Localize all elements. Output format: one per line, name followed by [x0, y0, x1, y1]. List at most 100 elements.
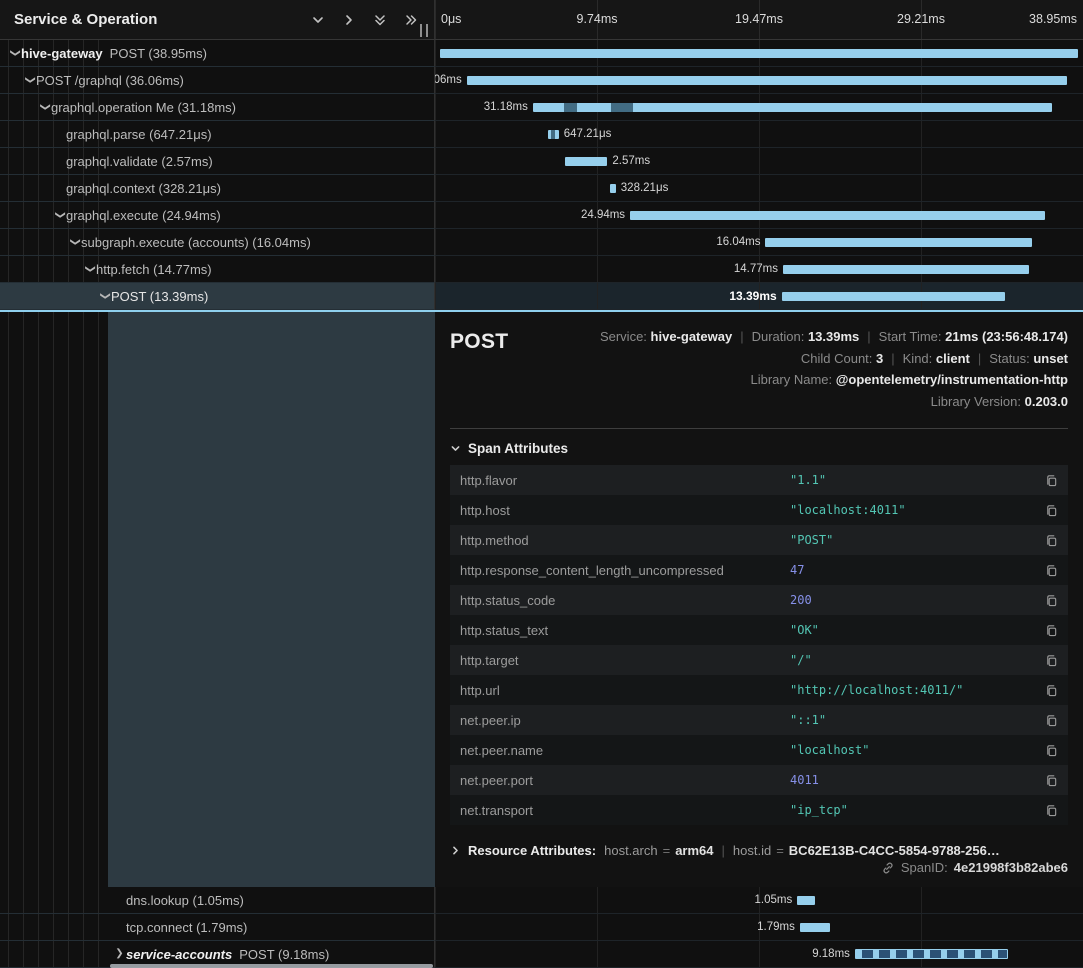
library-name-line: Library Name: @opentelemetry/instrumenta… [600, 369, 1068, 391]
span-bar-cell[interactable]: 36.06ms [435, 67, 1083, 94]
divider [450, 428, 1068, 429]
expand-chevron-icon[interactable]: ❯ [55, 209, 65, 222]
resource-attribute-value: arm64 [675, 843, 713, 858]
span-duration-bar[interactable] [765, 238, 1032, 247]
span-name-cell[interactable]: ❯hive-gatewayPOST (38.95ms) [0, 40, 435, 67]
library-version-line: Library Version: 0.203.0 [600, 391, 1068, 413]
span-name-cell[interactable]: ❯http.fetch (14.77ms) [0, 256, 435, 283]
expand-chevron-icon[interactable]: ❯ [113, 949, 126, 959]
horizontal-scrollbar-thumb[interactable] [110, 964, 433, 968]
chevron-right-icon[interactable] [342, 13, 356, 27]
copy-value-button[interactable] [1045, 654, 1058, 667]
span-row[interactable]: graphql.parse (647.21μs)647.21μs [0, 121, 1083, 148]
attribute-row: http.target"/" [450, 645, 1068, 675]
span-name-cell[interactable]: graphql.validate (2.57ms) [0, 148, 435, 175]
copy-value-button[interactable] [1045, 774, 1058, 787]
attribute-row: http.status_text"OK" [450, 615, 1068, 645]
operation-name: POST (9.18ms) [239, 947, 329, 962]
span-bar-cell[interactable]: 14.77ms [435, 256, 1083, 283]
copy-value-button[interactable] [1045, 804, 1058, 817]
copy-value-button[interactable] [1045, 504, 1058, 517]
span-duration-bar[interactable] [533, 103, 1052, 112]
expand-chevron-icon[interactable]: ❯ [25, 74, 35, 87]
expand-chevron-icon[interactable]: ❯ [70, 236, 80, 249]
expand-chevron-icon[interactable]: ❯ [40, 101, 50, 114]
span-bar-cell[interactable] [435, 40, 1083, 67]
service-name: service-accounts [126, 947, 232, 962]
span-duration-bar[interactable] [467, 76, 1067, 85]
span-duration-bar[interactable] [548, 130, 559, 139]
span-name-cell[interactable]: ❯POST (13.39ms) [0, 283, 435, 310]
span-rows: ❯hive-gatewayPOST (38.95ms)❯POST /graphq… [0, 40, 1083, 310]
span-row[interactable]: ❯POST (13.39ms)13.39ms [0, 283, 1083, 310]
detail-field-label: Start Time: [879, 329, 945, 344]
chevron-right-icon [450, 845, 461, 856]
span-row[interactable]: ❯POST /graphql (36.06ms)36.06ms [0, 67, 1083, 94]
span-bar-cell[interactable]: 2.57ms [435, 148, 1083, 175]
span-row[interactable]: graphql.validate (2.57ms)2.57ms [0, 148, 1083, 175]
copy-icon [1045, 594, 1058, 607]
double-chevron-right-icon[interactable] [404, 13, 418, 27]
span-name-cell[interactable]: tcp.connect (1.79ms) [0, 914, 435, 941]
copy-value-button[interactable] [1045, 534, 1058, 547]
bar-child-segment [551, 130, 554, 139]
span-row[interactable]: ❯http.fetch (14.77ms)14.77ms [0, 256, 1083, 283]
span-id-label: SpanID: [901, 860, 948, 875]
span-bar-cell[interactable]: 24.94ms [435, 202, 1083, 229]
span-duration-bar[interactable] [565, 157, 608, 166]
span-bar-cell[interactable]: 9.18ms [435, 941, 1083, 968]
expand-chevron-icon[interactable]: ❯ [85, 263, 95, 276]
span-bar-cell[interactable]: 31.18ms [435, 94, 1083, 121]
span-name-cell[interactable]: ❯graphql.execute (24.94ms) [0, 202, 435, 229]
copy-value-button[interactable] [1045, 714, 1058, 727]
span-bar-cell[interactable]: 647.21μs [435, 121, 1083, 148]
span-name-cell[interactable]: dns.lookup (1.05ms) [0, 887, 435, 914]
detail-field-value: hive-gateway [651, 329, 733, 344]
span-duration-bar[interactable] [440, 49, 1079, 58]
attribute-value: "http://localhost:4011/" [790, 683, 1037, 697]
span-bar-cell[interactable]: 13.39ms [435, 283, 1083, 310]
expand-chevron-icon[interactable]: ❯ [10, 47, 20, 60]
span-bar-cell[interactable]: 328.21μs [435, 175, 1083, 202]
span-name-cell[interactable]: graphql.parse (647.21μs) [0, 121, 435, 148]
span-row[interactable]: ❯graphql.execute (24.94ms)24.94ms [0, 202, 1083, 229]
span-bar-cell[interactable]: 1.05ms [435, 887, 1083, 914]
span-duration-bar[interactable] [782, 292, 1005, 301]
copy-value-button[interactable] [1045, 744, 1058, 757]
span-row[interactable]: graphql.context (328.21μs)328.21μs [0, 175, 1083, 202]
span-name-cell[interactable]: ❯graphql.operation Me (31.18ms) [0, 94, 435, 121]
chevron-down-icon[interactable] [311, 13, 325, 27]
copy-value-button[interactable] [1045, 624, 1058, 637]
resource-attributes-row[interactable]: Resource Attributes: host.arch=arm64|hos… [450, 843, 1068, 858]
expand-chevron-icon[interactable]: ❯ [100, 290, 110, 303]
span-row[interactable]: ❯subgraph.execute (accounts) (16.04ms)16… [0, 229, 1083, 256]
span-duration-bar[interactable] [800, 923, 830, 932]
span-duration-bar[interactable] [610, 184, 616, 193]
span-duration-bar[interactable] [855, 949, 1008, 959]
copy-value-button[interactable] [1045, 594, 1058, 607]
detail-field-value: 13.39ms [808, 329, 859, 344]
span-name-cell[interactable]: graphql.context (328.21μs) [0, 175, 435, 202]
copy-value-button[interactable] [1045, 684, 1058, 697]
span-row[interactable]: ❯graphql.operation Me (31.18ms)31.18ms [0, 94, 1083, 121]
span-name-cell[interactable]: ❯POST /graphql (36.06ms) [0, 67, 435, 94]
span-bar-cell[interactable]: 1.79ms [435, 914, 1083, 941]
double-chevron-down-icon[interactable] [373, 13, 387, 27]
span-name-cell[interactable]: ❯subgraph.execute (accounts) (16.04ms) [0, 229, 435, 256]
span-duration-bar[interactable] [797, 896, 814, 905]
copy-value-button[interactable] [1045, 474, 1058, 487]
attribute-key: net.peer.name [460, 743, 790, 758]
link-icon[interactable] [881, 861, 895, 875]
attribute-key: http.url [460, 683, 790, 698]
span-attributes-toggle[interactable]: Span Attributes [450, 441, 1068, 456]
operation-name: POST /graphql (36.06ms) [36, 73, 184, 88]
span-row[interactable]: tcp.connect (1.79ms)1.79ms [0, 914, 1083, 941]
span-bar-cell[interactable]: 16.04ms [435, 229, 1083, 256]
span-duration-bar[interactable] [630, 211, 1045, 220]
span-duration-bar[interactable] [783, 265, 1029, 274]
bar-duration-label: 36.06ms [435, 74, 462, 86]
span-row[interactable]: ❯hive-gatewayPOST (38.95ms) [0, 40, 1083, 67]
copy-value-button[interactable] [1045, 564, 1058, 577]
span-row[interactable]: dns.lookup (1.05ms)1.05ms [0, 887, 1083, 914]
column-resize-handle[interactable] [420, 24, 428, 37]
